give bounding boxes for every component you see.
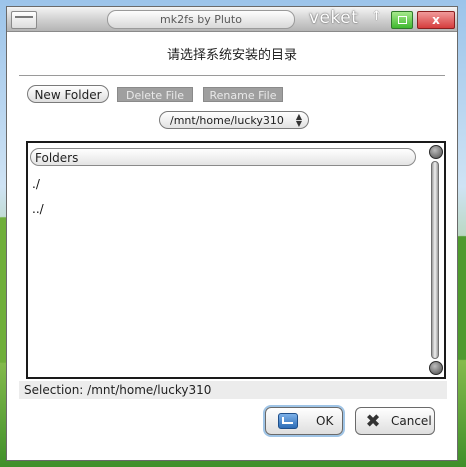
file-chooser-window: mk2fs by Pluto veket ↑ x 请选择系统安装的目录 New …: [6, 6, 458, 461]
cancel-button[interactable]: ✖ Cancel: [355, 407, 435, 435]
arrow-up-icon[interactable]: ↑: [371, 9, 382, 24]
path-dropdown[interactable]: /mnt/home/lucky310 ▲ ▼: [159, 111, 309, 129]
scroll-thumb[interactable]: [431, 161, 439, 359]
ok-button[interactable]: OK: [265, 407, 343, 435]
cancel-label: Cancel: [391, 414, 432, 428]
selection-label: Selection: /mnt/home/lucky310: [19, 381, 447, 399]
maximize-button[interactable]: [391, 11, 413, 29]
dialog-heading: 请选择系统安装的目录: [19, 37, 445, 76]
brand-logo: veket: [309, 8, 359, 28]
close-button[interactable]: x: [417, 11, 455, 29]
scroll-up-button[interactable]: [429, 145, 443, 159]
folder-list: ./ ../: [32, 177, 44, 227]
cancel-x-icon: ✖: [365, 411, 381, 432]
ok-label: OK: [316, 414, 334, 428]
vertical-scrollbar[interactable]: [428, 145, 443, 375]
delete-file-button[interactable]: Delete File: [117, 87, 193, 102]
title-bar[interactable]: mk2fs by Pluto veket ↑ x: [7, 7, 457, 32]
folder-list-panel[interactable]: Folders ./ ../: [26, 141, 446, 379]
window-title: mk2fs by Pluto: [107, 10, 295, 29]
enter-icon: [278, 413, 298, 429]
column-header-folders[interactable]: Folders: [30, 148, 416, 166]
scroll-down-button[interactable]: [429, 361, 443, 375]
list-item[interactable]: ../: [32, 202, 44, 227]
new-folder-button[interactable]: New Folder: [27, 85, 109, 103]
rename-file-button[interactable]: Rename File: [203, 87, 283, 102]
path-dropdown-value: /mnt/home/lucky310: [170, 114, 284, 127]
list-item[interactable]: ./: [32, 177, 44, 202]
updown-arrows-icon: ▲ ▼: [295, 112, 302, 128]
window-menu-icon[interactable]: [11, 11, 37, 29]
